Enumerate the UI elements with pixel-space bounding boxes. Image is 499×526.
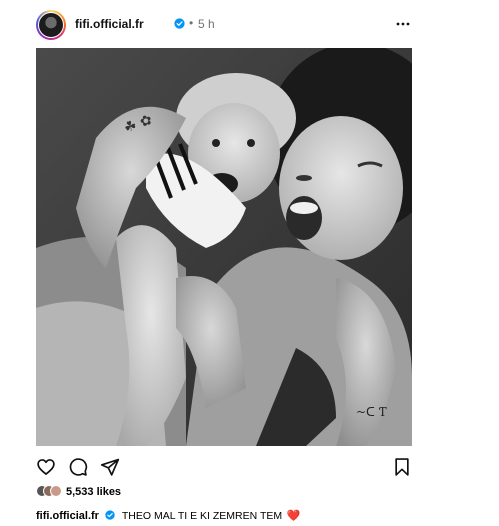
svg-text:~ᑕ Ƭ: ~ᑕ Ƭ xyxy=(356,405,387,419)
action-bar xyxy=(36,457,412,479)
photo-illustration: ☘ ✿ ~ᑕ Ƭ xyxy=(36,48,412,446)
avatar[interactable] xyxy=(38,12,64,38)
header-separator: • xyxy=(189,16,194,30)
caption-text: THEO MAL TI E KI ZEMREN TEM xyxy=(121,510,283,522)
liker-avatar xyxy=(50,485,62,497)
caption: fifi.official.fr THEO MAL TI E KI ZEMREN… xyxy=(36,506,300,522)
instagram-post: fifi.official.fr • 5 h ☘ ✿ ~ᑕ Ƭ 5,533 li… xyxy=(0,0,499,526)
more-options-icon[interactable] xyxy=(396,17,410,31)
bookmark-outline-icon[interactable] xyxy=(392,457,412,477)
avatar-story-ring[interactable] xyxy=(36,10,66,40)
heart-outline-icon[interactable] xyxy=(36,457,56,477)
comment-bubble-icon[interactable] xyxy=(68,457,88,477)
caption-username[interactable]: fifi.official.fr xyxy=(36,510,99,522)
post-timestamp[interactable]: 5 h xyxy=(198,17,215,31)
verified-badge-icon xyxy=(174,18,185,29)
likes-count[interactable]: 5,533 likes xyxy=(66,486,121,498)
post-header: fifi.official.fr • 5 h xyxy=(36,10,412,40)
username-link[interactable]: fifi.official.fr xyxy=(75,17,144,31)
verified-badge-icon xyxy=(105,510,116,520)
paper-plane-icon[interactable] xyxy=(100,457,120,477)
post-photo[interactable]: ☘ ✿ ~ᑕ Ƭ xyxy=(36,48,412,446)
heart-emoji: ❤️ xyxy=(286,510,301,522)
